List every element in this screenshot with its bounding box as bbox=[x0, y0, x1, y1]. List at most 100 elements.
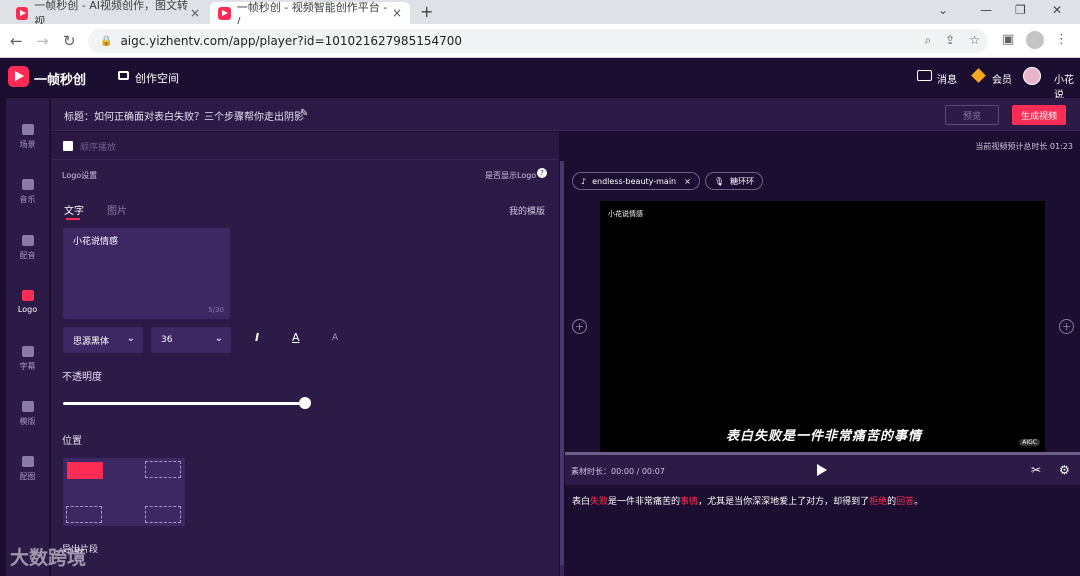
browser-tabbar: 一帧秒创 - AI视频创作，图文转视 × 一帧秒创 - 视频智能创作平台 - /… bbox=[0, 0, 1080, 28]
close-tab-icon[interactable]: × bbox=[392, 6, 402, 20]
reload-icon[interactable]: ↻ bbox=[63, 32, 76, 50]
back-icon[interactable]: ← bbox=[10, 32, 23, 50]
sidebar-item-music[interactable]: 音乐 bbox=[6, 179, 49, 205]
preview-button[interactable]: 预览 bbox=[945, 105, 999, 125]
opacity-slider-track[interactable] bbox=[63, 402, 305, 405]
browser-tab-active[interactable]: 一帧秒创 - 视频智能创作平台 - / × bbox=[210, 1, 410, 28]
opacity-label: 不透明度 bbox=[62, 372, 102, 383]
bookmark-star-icon[interactable]: ☆ bbox=[969, 33, 980, 48]
sidebar-item-logo[interactable]: Logo bbox=[6, 290, 49, 314]
text-stroke-icon[interactable]: A bbox=[332, 333, 338, 343]
app-header: 一帧秒创 创作空间 消息 会员 小花说 bbox=[0, 58, 1080, 101]
subtitle-icon bbox=[21, 346, 34, 357]
close-window-icon[interactable]: ✕ bbox=[1052, 3, 1062, 17]
player-controls: 素材时长：00:00 / 00:07 ✂ ⚙ bbox=[565, 455, 1080, 485]
url-text: aigc.yizhentv.com/app/player?id=10102162… bbox=[120, 34, 463, 48]
share-icon[interactable]: ⇪ bbox=[945, 33, 955, 48]
chevron-down-icon: ⌄ bbox=[214, 333, 223, 344]
add-scene-left-icon[interactable]: + bbox=[572, 319, 587, 334]
browser-tab[interactable]: 一帧秒创 - AI视频创作，图文转视 × bbox=[8, 0, 208, 28]
music-chip[interactable]: ♪ endless-beauty-main × bbox=[572, 172, 700, 190]
video-subtitle: 表白失败是一件非常痛苦的事情 bbox=[726, 429, 923, 444]
music-note-icon: ♪ bbox=[581, 176, 587, 186]
app-logo-icon[interactable] bbox=[8, 66, 29, 87]
url-input[interactable]: 🔒 aigc.yizhentv.com/app/player?id=101021… bbox=[88, 29, 988, 53]
font-size-select[interactable]: 36 ⌄ bbox=[151, 327, 231, 353]
script-keyword: 事情 bbox=[680, 497, 699, 507]
close-icon[interactable]: × bbox=[684, 177, 691, 186]
sequence-play-row: 顺序播放 bbox=[51, 132, 559, 160]
font-select[interactable]: 思源黑体 ⌄ bbox=[63, 327, 143, 353]
tab-image[interactable]: 图片 bbox=[107, 202, 127, 217]
app-name[interactable]: 一帧秒创 bbox=[34, 69, 86, 88]
tab-text[interactable]: 文字 bbox=[64, 202, 84, 217]
address-bar-row: ← → ↻ 🔒 aigc.yizhentv.com/app/player?id=… bbox=[0, 24, 1080, 58]
video-preview[interactable]: 小花说情感 表白失败是一件非常痛苦的事情 AIGC bbox=[600, 201, 1045, 452]
image-icon bbox=[21, 456, 34, 467]
logo-settings-panel: Logo设置 是否显示Logo ? 文字 图片 我的模版 小花说情感 5/30 … bbox=[51, 132, 559, 576]
scissors-icon[interactable]: ✂ bbox=[1031, 463, 1041, 477]
logo-text-input[interactable]: 小花说情感 5/30 bbox=[63, 228, 230, 319]
side-panel-icon[interactable]: ▣ bbox=[1002, 32, 1014, 47]
new-tab-button[interactable]: + bbox=[420, 2, 433, 21]
monitor-icon bbox=[118, 71, 129, 80]
gear-icon[interactable]: ⚙ bbox=[1059, 463, 1070, 477]
char-count: 5/30 bbox=[208, 306, 224, 314]
vip-link[interactable]: 会员 bbox=[992, 71, 1012, 86]
sidebar-item-template[interactable]: 模版 bbox=[6, 401, 49, 427]
favicon-icon bbox=[218, 6, 231, 20]
sidebar: 场景 音乐 配音 Logo 字幕 模版 配图 bbox=[6, 98, 49, 576]
create-space-link[interactable]: 创作空间 bbox=[135, 70, 179, 86]
script-segment: 表白 bbox=[572, 497, 591, 507]
position-top-right[interactable] bbox=[145, 461, 181, 478]
script-keyword: 失败 bbox=[590, 497, 609, 507]
voice-icon bbox=[21, 235, 34, 246]
restore-icon[interactable]: ❐ bbox=[1015, 3, 1026, 17]
script-segment: 的 bbox=[887, 497, 897, 507]
add-scene-right-icon[interactable]: + bbox=[1059, 319, 1074, 334]
sidebar-item-voice[interactable]: 配音 bbox=[6, 235, 49, 261]
opacity-slider-handle[interactable] bbox=[299, 397, 311, 409]
user-avatar[interactable] bbox=[1023, 67, 1041, 85]
scrollbar[interactable] bbox=[560, 161, 564, 565]
position-bottom-left[interactable] bbox=[66, 506, 102, 523]
messages-link[interactable]: 消息 bbox=[937, 71, 957, 86]
tab-search-icon[interactable]: ⌄ bbox=[938, 3, 948, 17]
script-keyword: 拒绝 bbox=[869, 497, 888, 507]
menu-icon[interactable]: ⋮ bbox=[1055, 32, 1068, 47]
voice-chip[interactable]: 🎙 糖环环 bbox=[705, 172, 764, 190]
position-label: 位置 bbox=[62, 436, 82, 447]
play-icon[interactable] bbox=[817, 464, 827, 476]
microphone-icon: 🎙 bbox=[714, 176, 725, 186]
material-duration: 素材时长：00:00 / 00:07 bbox=[571, 467, 665, 476]
forward-icon[interactable]: → bbox=[36, 32, 49, 50]
active-tab-indicator bbox=[66, 218, 80, 220]
username[interactable]: 小花说 bbox=[1054, 71, 1080, 101]
sequence-play-checkbox[interactable] bbox=[63, 141, 73, 151]
script-segment: 。 bbox=[914, 497, 924, 507]
font-color-icon[interactable]: A bbox=[292, 331, 300, 344]
help-icon[interactable]: ? bbox=[537, 168, 547, 178]
script-text[interactable]: 表白失败是一件非常痛苦的事情，尤其是当你深深地爱上了对方，却得到了拒绝的回答。 bbox=[572, 494, 923, 507]
sidebar-item-image[interactable]: 配图 bbox=[6, 456, 49, 482]
generate-video-button[interactable]: 生成视频 bbox=[1012, 105, 1066, 125]
zoom-icon[interactable]: ⌕ bbox=[924, 33, 931, 48]
watermark: 大数跨境 bbox=[10, 547, 87, 569]
logo-text-value: 小花说情感 bbox=[73, 237, 119, 247]
sidebar-item-subtitle[interactable]: 字幕 bbox=[6, 346, 49, 372]
total-duration: 当前视频预计总时长 01:23 bbox=[975, 142, 1073, 151]
edit-pencil-icon[interactable]: ✎ bbox=[300, 108, 308, 119]
position-top-left[interactable] bbox=[67, 462, 103, 479]
sequence-play-label: 顺序播放 bbox=[80, 143, 117, 153]
close-tab-icon[interactable]: × bbox=[190, 6, 200, 20]
sidebar-item-scene[interactable]: 场景 bbox=[6, 124, 49, 150]
minimize-icon[interactable]: — bbox=[980, 3, 992, 17]
italic-icon[interactable]: I bbox=[255, 331, 259, 344]
profile-avatar[interactable] bbox=[1026, 31, 1044, 49]
scene-icon bbox=[21, 124, 34, 135]
position-bottom-right[interactable] bbox=[145, 506, 181, 523]
mail-icon[interactable] bbox=[917, 70, 932, 81]
position-grid bbox=[63, 458, 185, 526]
my-templates-link[interactable]: 我的模版 bbox=[509, 204, 545, 217]
script-segment: ，尤其是当你深深地爱上了对方，却得到了 bbox=[698, 497, 870, 507]
